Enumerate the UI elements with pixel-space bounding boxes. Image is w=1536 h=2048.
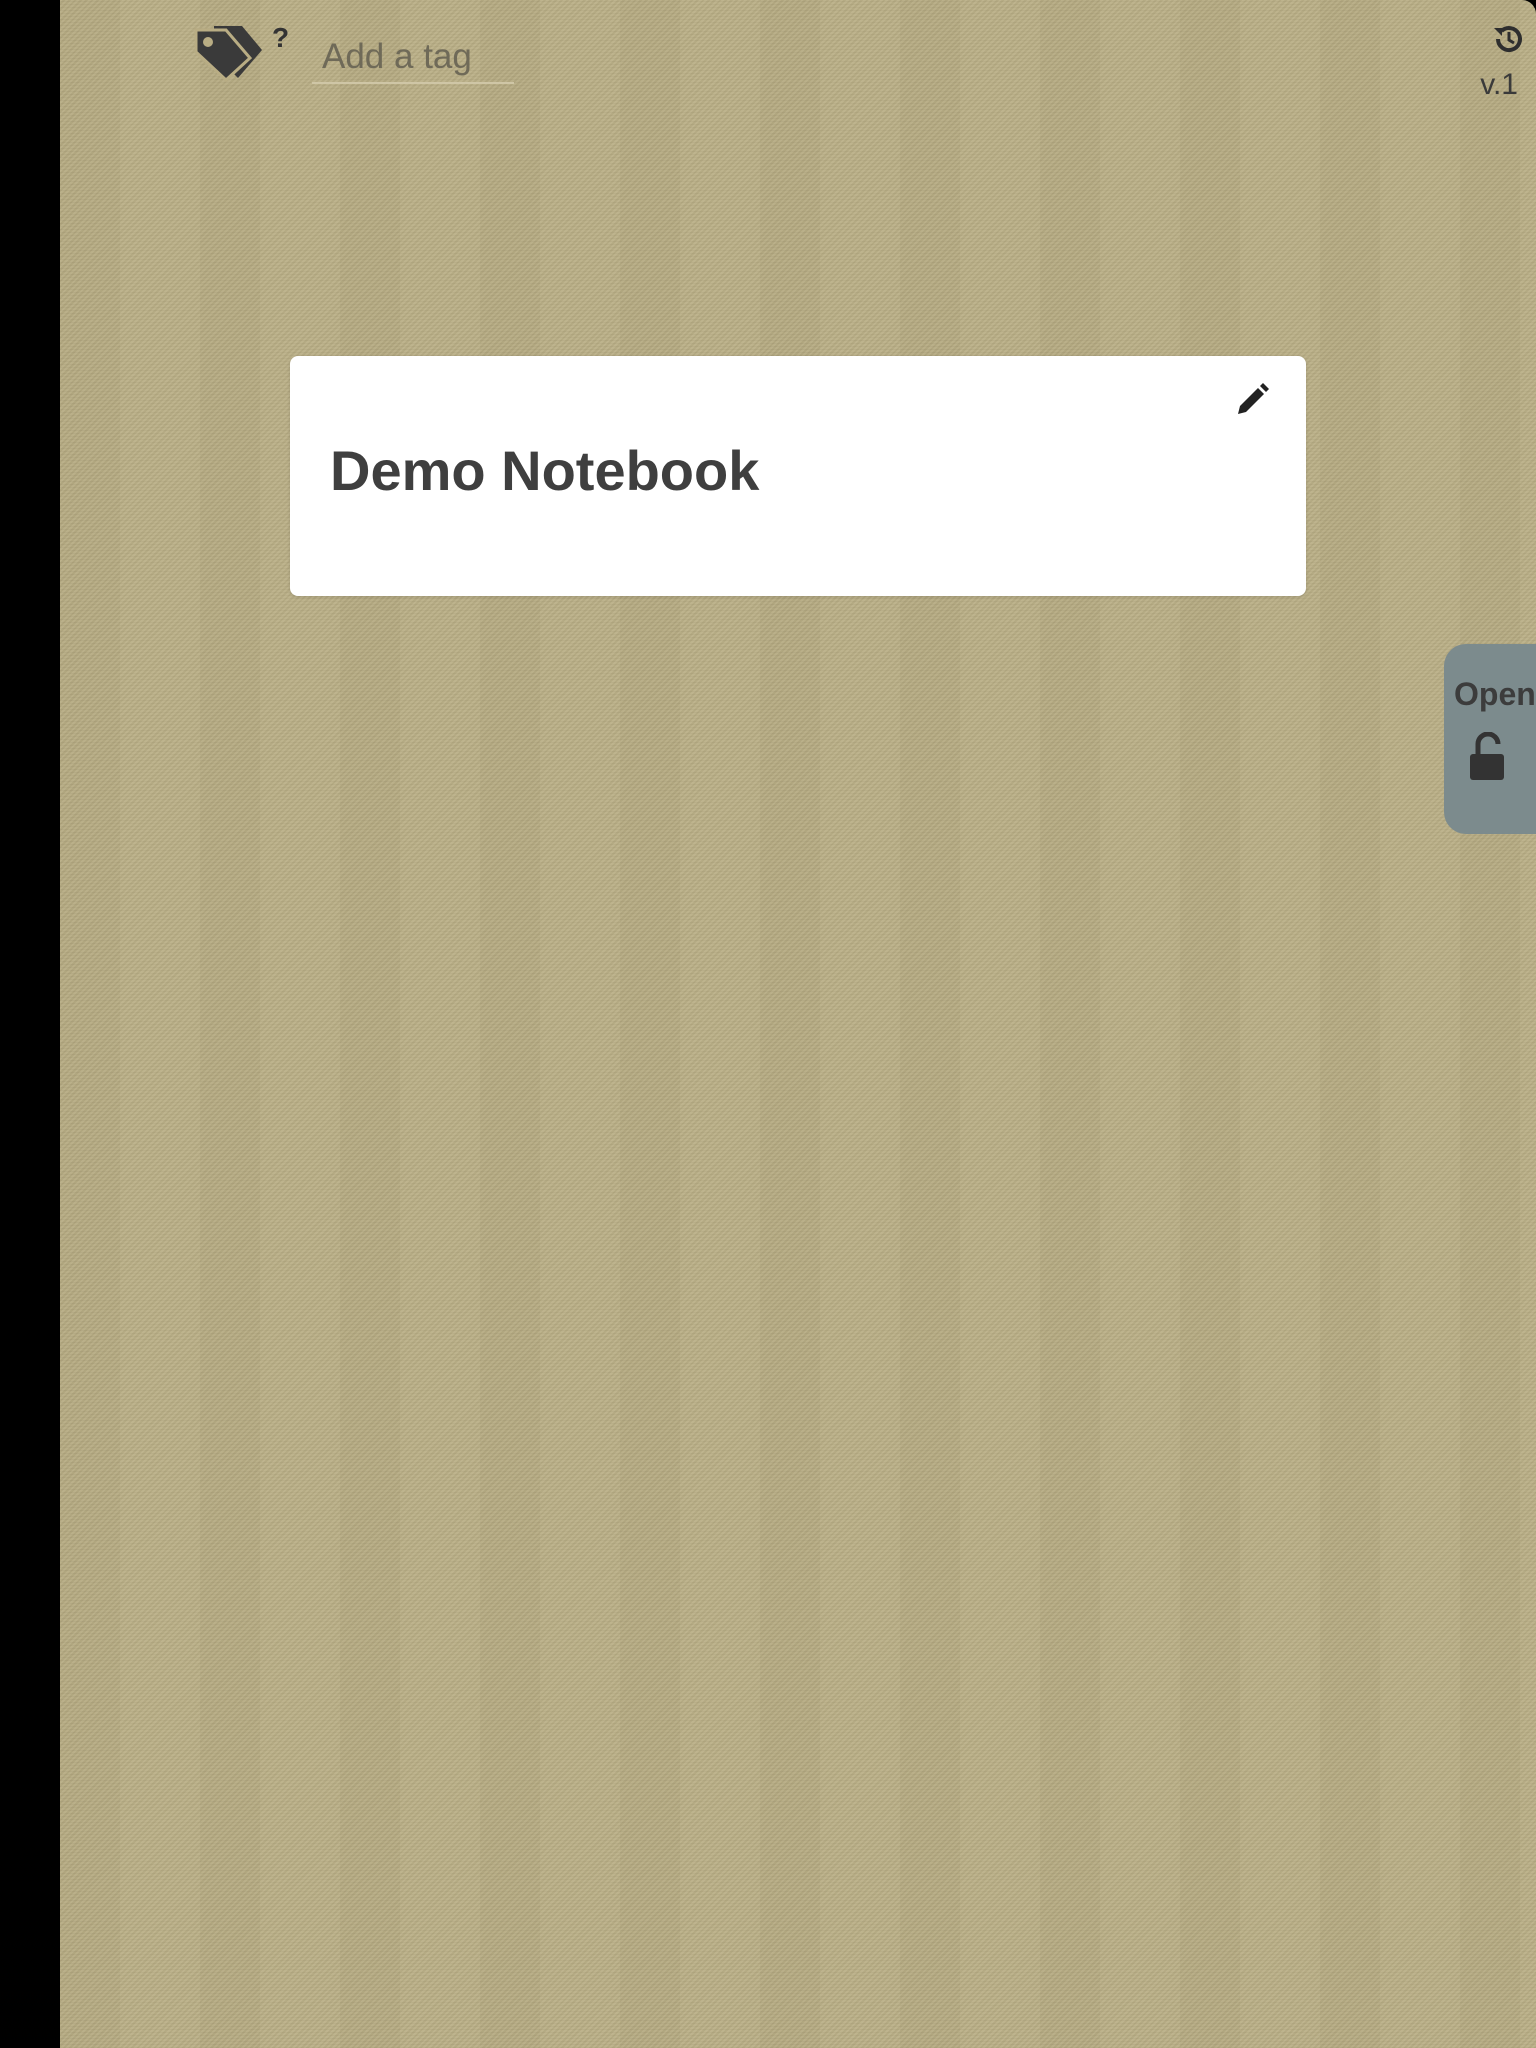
tag-help-icon[interactable]: ? [272, 22, 289, 54]
lock-status-label: Open [1454, 676, 1536, 712]
history-icon[interactable] [1492, 22, 1526, 56]
unlock-icon [1470, 732, 1504, 780]
lock-toggle-tab[interactable]: Open [1444, 644, 1536, 834]
notebook-title-card: Demo Notebook [290, 356, 1306, 596]
version-label: v.1 [1480, 68, 1518, 101]
tags-icon[interactable] [192, 22, 264, 82]
notebook-title: Demo Notebook [330, 439, 760, 502]
notebook-page: ? v.1 Demo Notebook Open [60, 0, 1536, 2048]
pencil-icon[interactable] [1234, 380, 1270, 416]
tag-input[interactable] [312, 32, 514, 84]
